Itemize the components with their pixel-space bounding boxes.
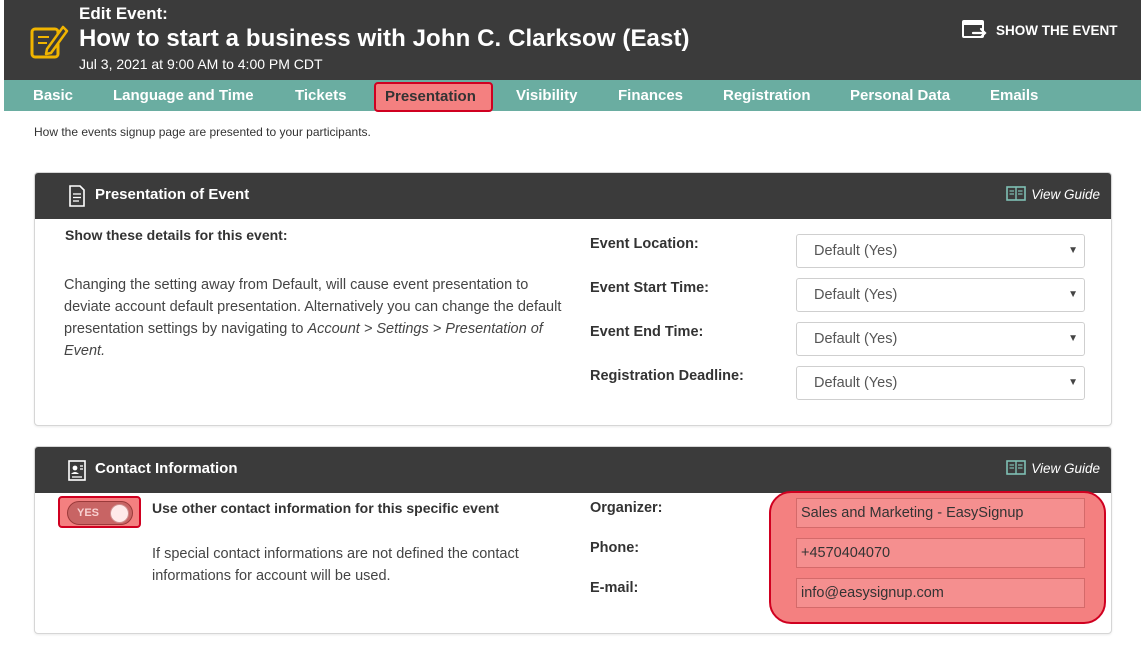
presentation-panel-title: Presentation of Event <box>95 186 250 203</box>
event-location-value: Default (Yes) <box>814 243 898 259</box>
toggle-highlight: YES <box>58 496 141 528</box>
email-label: E-mail: <box>590 580 639 596</box>
event-start-time-label: Event Start Time: <box>590 280 709 296</box>
show-event-label: SHOW THE EVENT <box>996 22 1118 38</box>
contact-view-guide-label: View Guide <box>1031 460 1100 476</box>
registration-deadline-select[interactable]: Default (Yes) ▼ <box>796 366 1085 400</box>
registration-deadline-label: Registration Deadline: <box>590 368 744 384</box>
tab-presentation[interactable]: Presentation <box>374 82 493 112</box>
contact-card-icon <box>68 460 86 481</box>
tab-visibility[interactable]: Visibility <box>516 80 577 111</box>
presentation-view-guide-link[interactable]: View Guide <box>1006 186 1100 202</box>
use-other-contact-label: Use other contact information for this s… <box>152 500 499 516</box>
presentation-subtitle: Show these details for this event: <box>65 227 288 243</box>
event-start-time-select[interactable]: Default (Yes) ▼ <box>796 278 1085 312</box>
email-input[interactable]: info@easysignup.com <box>796 578 1085 608</box>
edit-icon <box>30 25 69 59</box>
external-link-icon <box>962 20 987 39</box>
event-location-select[interactable]: Default (Yes) ▼ <box>796 234 1085 268</box>
event-end-time-value: Default (Yes) <box>814 331 898 347</box>
tab-finances[interactable]: Finances <box>618 80 683 111</box>
organizer-input[interactable]: Sales and Marketing - EasySignup <box>796 498 1085 528</box>
event-header: Edit Event: How to start a business with… <box>4 0 1141 80</box>
registration-deadline-value: Default (Yes) <box>814 375 898 391</box>
show-event-button[interactable]: SHOW THE EVENT <box>961 18 1118 42</box>
contact-panel-title: Contact Information <box>95 460 238 477</box>
phone-input[interactable]: +4570404070 <box>796 538 1085 568</box>
document-icon <box>69 185 85 207</box>
presentation-panel-header: Presentation of Event View Guide <box>35 173 1111 219</box>
tab-tickets[interactable]: Tickets <box>295 80 346 111</box>
event-date: Jul 3, 2021 at 9:00 AM to 4:00 PM CDT <box>79 56 323 72</box>
book-icon <box>1006 186 1027 201</box>
tab-basic[interactable]: Basic <box>33 80 73 111</box>
tab-personal-data[interactable]: Personal Data <box>850 80 950 111</box>
tab-bar: Basic Language and Time Tickets Presenta… <box>4 80 1141 112</box>
chevron-down-icon: ▼ <box>1068 289 1078 300</box>
event-start-time-value: Default (Yes) <box>814 287 898 303</box>
contact-view-guide-link[interactable]: View Guide <box>1006 460 1100 476</box>
tab-registration[interactable]: Registration <box>723 80 811 111</box>
phone-label: Phone: <box>590 540 640 556</box>
use-other-contact-toggle[interactable]: YES <box>67 501 133 525</box>
page-intro: How the events signup page are presented… <box>34 125 371 139</box>
header-kicker: Edit Event: <box>79 4 168 23</box>
toggle-knob <box>110 504 129 523</box>
page-title: How to start a business with John C. Cla… <box>79 25 690 52</box>
event-location-label: Event Location: <box>590 236 699 252</box>
tab-language-and-time[interactable]: Language and Time <box>113 80 254 111</box>
toggle-label: YES <box>77 507 100 519</box>
presentation-description-end: . <box>101 343 106 359</box>
chevron-down-icon: ▼ <box>1068 333 1078 344</box>
organizer-label: Organizer: <box>590 500 663 516</box>
presentation-view-guide-label: View Guide <box>1031 186 1100 202</box>
presentation-description: Changing the setting away from Default, … <box>64 274 564 362</box>
event-end-time-label: Event End Time: <box>590 324 704 340</box>
contact-panel-header: Contact Information View Guide <box>35 447 1111 493</box>
chevron-down-icon: ▼ <box>1068 377 1078 388</box>
tab-emails[interactable]: Emails <box>990 80 1038 111</box>
contact-note: If special contact informations are not … <box>152 546 519 584</box>
book-icon <box>1006 460 1027 475</box>
chevron-down-icon: ▼ <box>1068 245 1078 256</box>
event-end-time-select[interactable]: Default (Yes) ▼ <box>796 322 1085 356</box>
